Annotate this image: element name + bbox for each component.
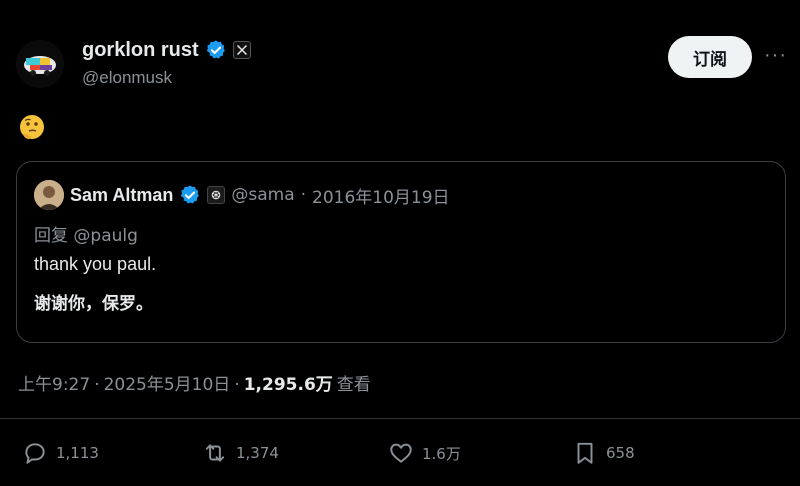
post-time[interactable]: 上午9:27 <box>18 370 90 395</box>
quoted-handle[interactable]: @sama <box>231 185 294 205</box>
quoted-text-translation: 谢谢你，保罗。 <box>34 294 153 314</box>
quoted-author-avatar[interactable] <box>34 180 64 210</box>
reply-mention-link[interactable]: @paulg <box>73 226 138 246</box>
quoted-author-row: Sam Altman @sama · 2016年10月19日 <box>34 180 450 210</box>
subscribe-button[interactable]: 订阅 <box>668 36 752 78</box>
openai-logo-icon[interactable] <box>207 186 226 204</box>
quoted-display-name[interactable]: Sam Altman <box>70 185 173 206</box>
author-avatar[interactable] <box>16 40 64 88</box>
meta-separator: · <box>234 375 240 395</box>
thinking-face-emoji <box>18 114 46 142</box>
bookmark-icon <box>577 442 593 464</box>
meta-separator: · <box>94 375 100 395</box>
gorklon-logo-icon <box>16 40 64 88</box>
author-display-name[interactable]: gorklon rust <box>82 39 199 62</box>
heart-icon <box>390 443 412 463</box>
bookmark-count: 658 <box>606 444 635 462</box>
reply-icon <box>25 443 45 464</box>
repost-count: 1,374 <box>236 444 279 462</box>
like-button[interactable]: 1.6万 <box>388 436 461 470</box>
post-date[interactable]: 2025年5月10日 <box>104 370 231 395</box>
author-handle[interactable]: @elonmusk <box>82 68 172 88</box>
more-options-button[interactable]: ··· <box>764 44 787 67</box>
meta-separator: · <box>300 185 307 205</box>
divider <box>0 418 800 419</box>
author-name-row: gorklon rust <box>82 36 251 64</box>
like-count: 1.6万 <box>422 444 461 463</box>
x-logo-icon[interactable] <box>232 41 251 59</box>
action-bar: 1,113 1,374 1.6万 658 <box>0 436 800 470</box>
reply-context: 回复 @paulg <box>34 221 138 246</box>
quoted-text-english: thank you paul. <box>34 254 157 274</box>
bookmark-button[interactable]: 658 <box>572 436 635 470</box>
verified-badge-icon[interactable] <box>205 39 227 61</box>
post-meta-row: 上午9:27 · 2025年5月10日 · 1,295.6万 查看 <box>18 370 371 395</box>
verified-badge-icon[interactable] <box>179 184 201 206</box>
repost-icon <box>205 444 225 462</box>
views-label: 查看 <box>336 375 371 395</box>
views-count: 1,295.6万 <box>243 375 333 395</box>
reply-button[interactable]: 1,113 <box>22 436 99 470</box>
quoted-date[interactable]: 2016年10月19日 <box>312 183 450 208</box>
repost-button[interactable]: 1,374 <box>202 436 279 470</box>
reply-prefix: 回复 <box>34 226 68 246</box>
reply-count: 1,113 <box>56 444 99 462</box>
